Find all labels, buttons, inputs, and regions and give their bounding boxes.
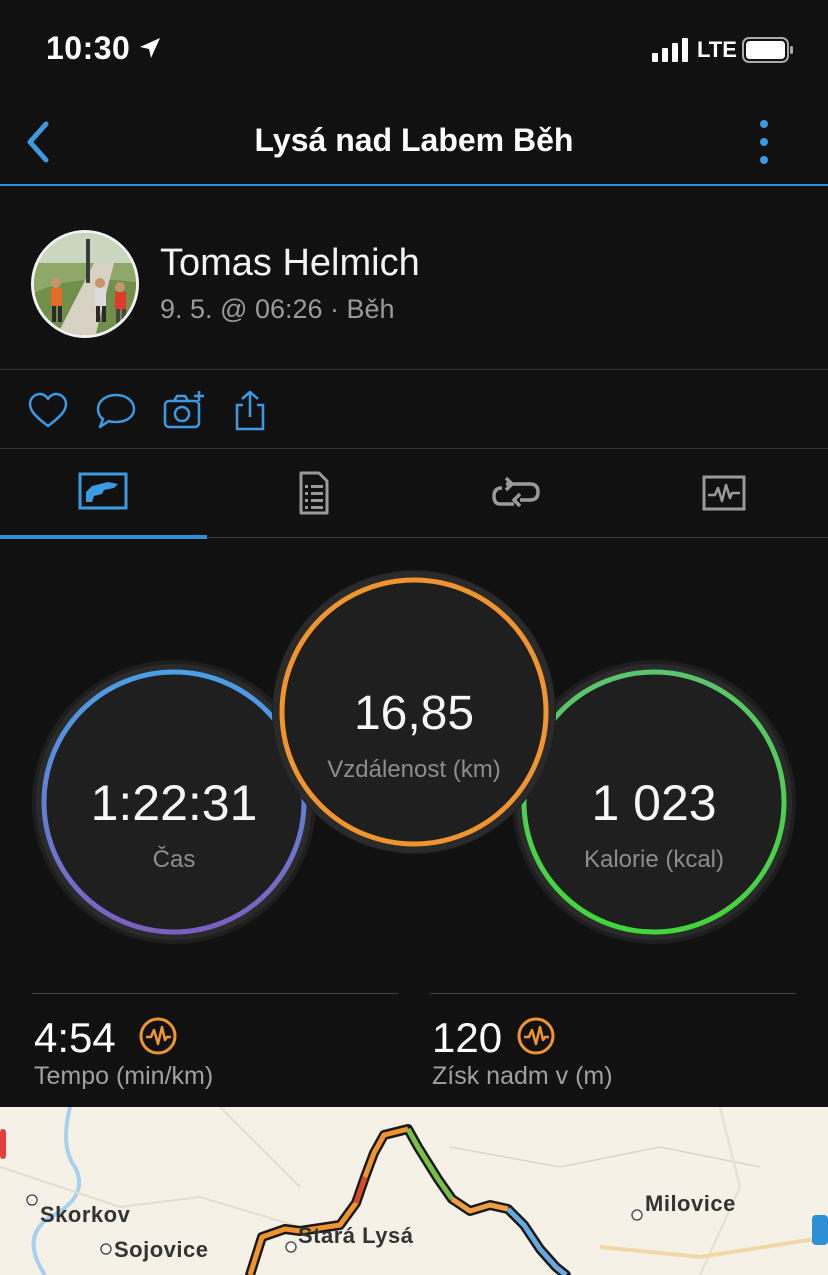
- map-place-label: Sojovice: [114, 1237, 209, 1262]
- route-map[interactable]: Skorkov Sojovice Stará Lysá Milovice: [0, 1107, 828, 1275]
- page-title: Lysá nad Labem Běh: [254, 122, 574, 158]
- map-place-label: Milovice: [645, 1191, 736, 1216]
- user-name[interactable]: Tomas Helmich: [160, 242, 420, 285]
- heart-icon[interactable]: [26, 389, 70, 433]
- tab-stats[interactable]: [0, 450, 207, 539]
- pace-value: 4:54: [34, 1014, 116, 1061]
- chart-icon: [702, 475, 746, 511]
- tab-charts[interactable]: [621, 450, 828, 538]
- elevation-label: Získ nadm v (m): [432, 1062, 613, 1090]
- tab-laps[interactable]: [414, 450, 621, 538]
- tab-selected-indicator: [0, 535, 207, 539]
- nav-bar: Lysá nad Labem Běh: [0, 100, 828, 186]
- location-arrow-icon: [140, 38, 160, 58]
- battery-icon: [742, 37, 793, 63]
- map-place-label: Stará Lysá: [298, 1223, 414, 1248]
- tab-bar: [0, 450, 828, 539]
- pace-stat: 4:54 Tempo (min/km): [32, 993, 398, 1103]
- elevation-stat: 120 Získ nadm v (m): [430, 993, 796, 1103]
- activity-meta: 9. 5. @ 06:26 · Běh: [160, 294, 395, 324]
- elevation-value: 120: [432, 1014, 503, 1061]
- avatar[interactable]: [31, 230, 139, 338]
- add-photo-icon[interactable]: [162, 389, 206, 433]
- pace-label: Tempo (min/km): [34, 1062, 214, 1090]
- distance-label: Vzdálenost (km): [327, 756, 501, 783]
- stats-icon: [78, 472, 128, 510]
- signal-icon: [652, 38, 688, 62]
- activity-header: Tomas Helmich 9. 5. @ 06:26 · Běh: [0, 188, 828, 370]
- action-bar: [0, 371, 828, 449]
- activity-badge-icon: [517, 1017, 555, 1055]
- status-bar: 10:30 LTE: [0, 0, 828, 100]
- comment-icon[interactable]: [94, 389, 138, 433]
- distance-value: 16,85: [353, 687, 475, 740]
- more-options-icon[interactable]: [748, 116, 780, 168]
- status-time: 10:30: [46, 30, 131, 66]
- distance-metric: 16,85 Vzdálenost (km): [272, 570, 556, 854]
- tab-details[interactable]: [207, 450, 414, 538]
- map-place-label: Skorkov: [40, 1202, 131, 1227]
- share-icon[interactable]: [228, 389, 272, 433]
- laps-icon: [492, 476, 540, 508]
- network-type: LTE: [697, 37, 737, 62]
- activity-badge-icon: [139, 1017, 177, 1055]
- details-icon: [299, 471, 329, 515]
